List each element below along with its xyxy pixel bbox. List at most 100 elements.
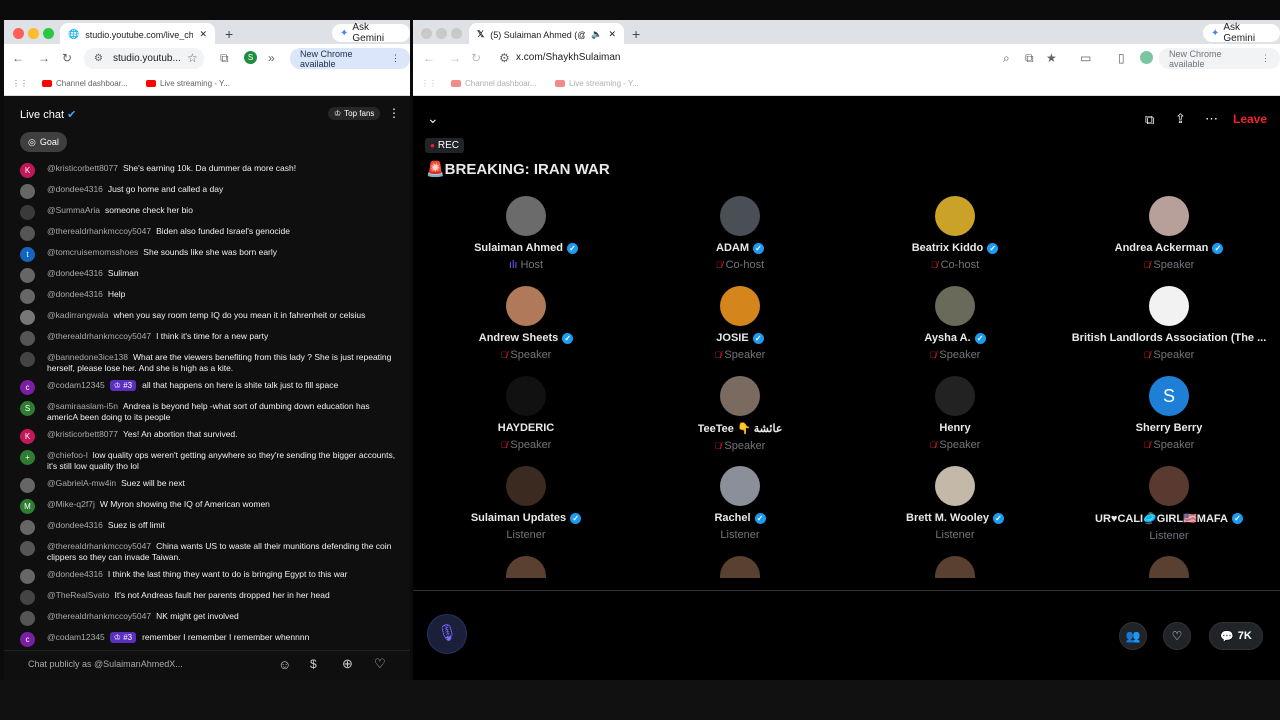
comments-count-button[interactable]: 💬 7K (1209, 622, 1263, 650)
bookmark-live-streaming[interactable]: Live streaming - Y... (555, 79, 639, 88)
chat-username[interactable]: @kristicorbett8077 (47, 163, 118, 173)
chat-message[interactable]: @SummaAria someone check her bio (4, 202, 410, 223)
chat-message[interactable]: M @Mike-q2f7j W Myron showing the IQ of Am… (4, 496, 410, 517)
zoom-icon[interactable]: ⌕ (1003, 51, 1010, 66)
share-icon[interactable]: ⇪ (1175, 111, 1186, 127)
participant[interactable]: Henry 🎙̸ Speaker (855, 376, 1055, 451)
chat-username[interactable]: @codam12345 (47, 380, 105, 390)
more-options-icon[interactable]: ⋮ (388, 106, 400, 120)
participant[interactable]: Sulaiman Updates ✓ Listener (426, 466, 626, 541)
chat-username[interactable]: @tomcruisemomsshoes (47, 247, 138, 257)
participant[interactable]: Aysha A. ✓ 🎙̸ Speaker (855, 286, 1055, 361)
participant[interactable]: Brett M. Wooley ✓ Listener (855, 466, 1055, 541)
chat-username[interactable]: @GabrielA-mw4in (47, 478, 116, 488)
chevron-double-icon[interactable]: » (268, 51, 275, 65)
chat-message[interactable]: @dondee4316 Just go home and called a day (4, 181, 410, 202)
participant[interactable]: UR♥CALI🥏GIRL🇺🇸MAFA ✓ Listener (1069, 466, 1269, 542)
chat-message[interactable]: @kadirrangwala when you say room temp IQ … (4, 307, 410, 328)
chat-username[interactable]: @therealdrhankmccoy5047 (47, 226, 151, 236)
microphone-button[interactable]: 🎙 (427, 614, 467, 654)
chat-username[interactable]: @Mike-q2f7j (47, 499, 95, 509)
side-panel-icon[interactable]: ▯ (1118, 51, 1125, 65)
profile-avatar[interactable] (1140, 51, 1153, 64)
chat-username[interactable]: @kadirrangwala (47, 310, 109, 320)
chat-username[interactable]: @therealdrhankmccoy5047 (47, 611, 151, 621)
tab-x-sulaiman[interactable]: 𝕏 (5) Sulaiman Ahmed (@Sh 🔈 ✕ (469, 23, 624, 46)
maximize-window-button[interactable] (43, 28, 54, 39)
chat-username[interactable]: @therealdrhankmccoy5047 (47, 541, 151, 551)
chat-message[interactable]: c @codam12345 ♔ #3 remember I remember I re… (4, 629, 410, 650)
ask-gemini-button[interactable]: ✦ Ask Gemini (1203, 22, 1280, 44)
reload-icon[interactable]: ↻ (471, 51, 481, 65)
chat-message[interactable]: K @kristicorbett8077 Yes! An abortion that… (4, 426, 410, 447)
participant[interactable]: HAYDERIC 🎙̸ Speaker (426, 376, 626, 451)
chat-message[interactable]: S @samiraaslam-i5n Andrea is beyond help -… (4, 398, 410, 426)
chat-username[interactable]: @samiraaslam-i5n (47, 401, 118, 411)
chat-username[interactable]: @TheRealSvato (47, 590, 110, 600)
collapse-chevron-icon[interactable]: ⌄ (427, 110, 439, 127)
chat-message[interactable]: @therealdrhankmccoy5047 I think it's time… (4, 328, 410, 349)
ask-gemini-button[interactable]: ✦ Ask Gemini (332, 22, 410, 44)
participant[interactable]: S Sherry Berry 🎙̸ Speaker (1069, 376, 1269, 451)
bookmark-star-icon[interactable]: ☆ (187, 51, 198, 65)
bookmark-channel-dashboard[interactable]: Channel dashboar... (42, 79, 128, 88)
chevron-down-icon[interactable]: ✔ (67, 109, 76, 121)
emoji-icon[interactable]: ☺ (278, 657, 291, 672)
participant[interactable]: JOSIE ✓ 🎙̸ Speaker (640, 286, 840, 361)
chat-message[interactable]: @dondee4316 Suliman (4, 265, 410, 286)
super-chat-icon[interactable]: $ (310, 657, 317, 671)
participant[interactable]: Beatrix Kiddo ✓ 🎙̸ Co-host (855, 196, 1055, 271)
apps-icon[interactable]: ⋮⋮ (12, 79, 28, 88)
chat-message[interactable]: @dondee4316 Help (4, 286, 410, 307)
participant[interactable]: Andrea Ackerman ✓ 🎙̸ Speaker (1069, 196, 1269, 271)
people-icon[interactable]: 👥 (1119, 622, 1147, 650)
chat-username[interactable]: @dondee4316 (47, 289, 103, 299)
extension-icon[interactable]: ⧉ (220, 51, 229, 66)
bookmark-live-streaming[interactable]: Live streaming - Y... (146, 79, 230, 88)
chat-message[interactable]: t @tomcruisemomsshoes She sounds like she … (4, 244, 410, 265)
chat-input[interactable]: Chat publicly as @SulaimanAhmedX... (28, 659, 183, 669)
participant[interactable]: British Landlords Association (The ... 🎙̸… (1069, 286, 1269, 361)
tune-icon[interactable]: ⚙ (499, 51, 510, 65)
apps-icon[interactable]: ⋮⋮ (421, 79, 437, 88)
participant[interactable]: Andrew Sheets ✓ 🎙̸ Speaker (426, 286, 626, 361)
chat-username[interactable]: @dondee4316 (47, 569, 103, 579)
participant[interactable]: Rachel ✓ Listener (640, 466, 840, 541)
bookmark-star-icon[interactable]: ★ (1046, 51, 1057, 65)
reload-icon[interactable]: ↻ (62, 51, 72, 65)
picture-in-picture-icon[interactable]: ⧉ (1145, 112, 1154, 128)
leave-button[interactable]: Leave (1233, 112, 1267, 126)
cast-icon[interactable]: ⧉ (1025, 51, 1034, 66)
chat-message[interactable]: @GabrielA-mw4in Suez will be next (4, 475, 410, 496)
new-chrome-available-button[interactable]: New Chrome available ⋮ (1159, 48, 1280, 69)
chat-username[interactable]: @codam12345 (47, 632, 105, 642)
chat-message[interactable]: c @codam12345 ♔ #3 all that happens on here… (4, 377, 410, 398)
chat-username[interactable]: @therealdrhankmccoy5047 (47, 331, 151, 341)
heart-icon[interactable]: ♡ (374, 656, 386, 672)
chat-message[interactable]: @therealdrhankmccoy5047 NK might get invo… (4, 608, 410, 629)
new-tab-button[interactable]: + (225, 26, 233, 42)
top-fans-button[interactable]: ♔ Top fans (328, 107, 381, 120)
tab-youtube-studio[interactable]: 🌐 studio.youtube.com/live_cha ✕ (60, 23, 215, 46)
chat-message[interactable]: @dondee4316 I think the last thing they w… (4, 566, 410, 587)
forward-icon[interactable]: → (38, 51, 50, 65)
more-horizontal-icon[interactable]: ⋯ (1205, 111, 1218, 127)
chat-username[interactable]: @bannedone3ice138 (47, 352, 128, 362)
chat-username[interactable]: @kristicorbett8077 (47, 429, 118, 439)
participant[interactable]: ADAM ✓ 🎙̸ Co-host (640, 196, 840, 271)
profile-avatar[interactable]: S (244, 51, 257, 64)
url-field[interactable]: x.com/ShaykhSulaiman (516, 52, 621, 63)
goal-chip[interactable]: ◎ Goal (20, 132, 67, 152)
participant[interactable]: TeeTee 👇 عائشة 🎙̸ Speaker (640, 376, 840, 452)
new-chrome-available-button[interactable]: New Chrome available ⋮ (290, 48, 410, 69)
forward-icon[interactable]: → (449, 51, 461, 65)
chat-username[interactable]: @chiefoo-l (47, 450, 88, 460)
close-tab-icon[interactable]: ✕ (199, 29, 207, 40)
chat-message[interactable]: @bannedone3ice138 What are the viewers be… (4, 349, 410, 377)
chat-username[interactable]: @dondee4316 (47, 184, 103, 194)
add-reaction-icon[interactable]: ⊕ (342, 656, 353, 672)
new-tab-button[interactable]: + (632, 26, 640, 42)
chat-username[interactable]: @SummaAria (47, 205, 100, 215)
url-field[interactable]: ⚙ studio.youtub... (84, 48, 204, 69)
participant[interactable]: Sulaiman Ahmed ✓ ılı Host (426, 196, 626, 271)
